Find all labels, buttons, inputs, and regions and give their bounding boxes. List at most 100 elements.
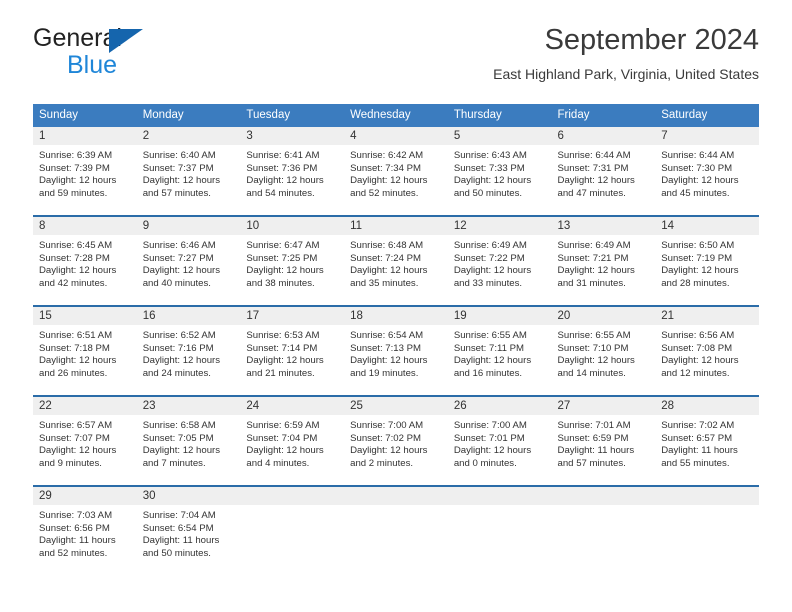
daylight-text-line1: Daylight: 12 hours <box>39 175 117 187</box>
day-details <box>552 505 656 510</box>
day-cell[interactable]: 30 Sunrise: 7:04 AM Sunset: 6:54 PM Dayl… <box>136 485 241 575</box>
day-details: Sunrise: 7:02 AM Sunset: 6:57 PM Dayligh… <box>655 415 759 470</box>
day-details: Sunrise: 6:39 AM Sunset: 7:39 PM Dayligh… <box>33 145 137 200</box>
day-number: 22 <box>33 397 137 415</box>
day-cell[interactable]: 18 Sunrise: 6:54 AM Sunset: 7:13 PM Dayl… <box>344 305 448 396</box>
sunrise-text: Sunrise: 6:42 AM <box>350 150 424 161</box>
day-cell[interactable]: 29 Sunrise: 7:03 AM Sunset: 6:56 PM Dayl… <box>33 485 137 575</box>
sunrise-text: Sunrise: 6:59 AM <box>246 420 320 431</box>
day-cell[interactable]: 23 Sunrise: 6:58 AM Sunset: 7:05 PM Dayl… <box>136 395 241 486</box>
sunset-text: Sunset: 7:08 PM <box>661 342 733 354</box>
day-number <box>655 487 759 505</box>
day-cell[interactable]: 28 Sunrise: 7:02 AM Sunset: 6:57 PM Dayl… <box>655 395 759 486</box>
day-details: Sunrise: 6:53 AM Sunset: 7:14 PM Dayligh… <box>240 325 344 380</box>
calendar-body: 1 Sunrise: 6:39 AM Sunset: 7:39 PM Dayli… <box>33 127 759 575</box>
day-cell[interactable]: 22 Sunrise: 6:57 AM Sunset: 7:07 PM Dayl… <box>33 395 137 486</box>
title-block: September 2024 East Highland Park, Virgi… <box>493 22 759 82</box>
sunset-text: Sunset: 6:54 PM <box>142 522 214 534</box>
day-cell[interactable]: 26 Sunrise: 7:00 AM Sunset: 7:01 PM Dayl… <box>447 395 552 486</box>
day-number: 13 <box>551 217 656 235</box>
day-details: Sunrise: 6:54 AM Sunset: 7:13 PM Dayligh… <box>344 325 448 380</box>
day-cell[interactable]: 6 Sunrise: 6:44 AM Sunset: 7:31 PM Dayli… <box>551 127 656 216</box>
day-cell[interactable]: 5 Sunrise: 6:43 AM Sunset: 7:33 PM Dayli… <box>447 127 552 216</box>
daylight-text-line1: Daylight: 12 hours <box>557 175 635 187</box>
sunrise-text: Sunrise: 7:01 AM <box>557 420 631 431</box>
daylight-text-line1: Daylight: 12 hours <box>350 265 428 277</box>
daylight-text-line2: and 4 minutes. <box>246 457 310 469</box>
sunset-text: Sunset: 6:59 PM <box>557 432 629 444</box>
daylight-text-line1: Daylight: 12 hours <box>39 355 117 367</box>
day-number: 2 <box>136 127 241 145</box>
day-cell[interactable]: 11 Sunrise: 6:48 AM Sunset: 7:24 PM Dayl… <box>344 215 448 306</box>
day-details: Sunrise: 7:03 AM Sunset: 6:56 PM Dayligh… <box>33 505 137 560</box>
day-number: 15 <box>33 307 137 325</box>
day-number: 29 <box>33 487 137 505</box>
day-number: 19 <box>447 307 552 325</box>
day-number <box>551 487 656 505</box>
daylight-text-line2: and 57 minutes. <box>142 187 211 199</box>
weekday-header-tuesday: Tuesday <box>240 104 345 127</box>
day-details: Sunrise: 6:40 AM Sunset: 7:37 PM Dayligh… <box>137 145 241 200</box>
day-cell[interactable]: 20 Sunrise: 6:55 AM Sunset: 7:10 PM Dayl… <box>551 305 656 396</box>
daylight-text-line1: Daylight: 12 hours <box>350 175 428 187</box>
day-details: Sunrise: 6:49 AM Sunset: 7:21 PM Dayligh… <box>552 235 656 290</box>
day-cell[interactable]: 9 Sunrise: 6:46 AM Sunset: 7:27 PM Dayli… <box>136 215 241 306</box>
day-cell[interactable]: 4 Sunrise: 6:42 AM Sunset: 7:34 PM Dayli… <box>344 127 448 216</box>
day-number: 16 <box>136 307 241 325</box>
sunrise-text: Sunrise: 6:57 AM <box>39 420 113 431</box>
daylight-text-line2: and 28 minutes. <box>661 277 730 289</box>
day-details: Sunrise: 6:43 AM Sunset: 7:33 PM Dayligh… <box>448 145 552 200</box>
sunset-text: Sunset: 6:56 PM <box>39 522 110 534</box>
day-number: 27 <box>551 397 656 415</box>
sunrise-text: Sunrise: 7:03 AM <box>39 510 113 521</box>
daylight-text-line2: and 14 minutes. <box>557 367 626 379</box>
day-cell[interactable]: 27 Sunrise: 7:01 AM Sunset: 6:59 PM Dayl… <box>551 395 656 486</box>
day-cell[interactable]: 17 Sunrise: 6:53 AM Sunset: 7:14 PM Dayl… <box>240 305 345 396</box>
day-cell[interactable]: 15 Sunrise: 6:51 AM Sunset: 7:18 PM Dayl… <box>33 305 137 396</box>
day-cell[interactable]: 21 Sunrise: 6:56 AM Sunset: 7:08 PM Dayl… <box>655 305 759 396</box>
sunrise-text: Sunrise: 7:02 AM <box>661 420 735 431</box>
daylight-text-line1: Daylight: 11 hours <box>39 535 116 547</box>
day-cell[interactable]: 13 Sunrise: 6:49 AM Sunset: 7:21 PM Dayl… <box>551 215 656 306</box>
sunrise-text: Sunrise: 6:44 AM <box>661 150 735 161</box>
day-number: 1 <box>33 127 137 145</box>
day-cell[interactable]: 7 Sunrise: 6:44 AM Sunset: 7:30 PM Dayli… <box>655 127 759 216</box>
daylight-text-line2: and 35 minutes. <box>350 277 419 289</box>
day-cell[interactable]: 10 Sunrise: 6:47 AM Sunset: 7:25 PM Dayl… <box>240 215 345 306</box>
day-cell[interactable]: 19 Sunrise: 6:55 AM Sunset: 7:11 PM Dayl… <box>447 305 552 396</box>
daylight-text-line1: Daylight: 12 hours <box>246 175 324 187</box>
sunrise-text: Sunrise: 6:39 AM <box>39 150 113 161</box>
day-cell[interactable]: 1 Sunrise: 6:39 AM Sunset: 7:39 PM Dayli… <box>33 127 137 216</box>
day-cell[interactable]: 3 Sunrise: 6:41 AM Sunset: 7:36 PM Dayli… <box>240 127 345 216</box>
day-number: 20 <box>551 307 656 325</box>
sunrise-text: Sunrise: 6:51 AM <box>39 330 113 341</box>
day-details: Sunrise: 6:47 AM Sunset: 7:25 PM Dayligh… <box>240 235 344 290</box>
daylight-text-line2: and 19 minutes. <box>350 367 419 379</box>
day-cell[interactable]: 14 Sunrise: 6:50 AM Sunset: 7:19 PM Dayl… <box>655 215 759 306</box>
day-cell[interactable]: 25 Sunrise: 7:00 AM Sunset: 7:02 PM Dayl… <box>344 395 448 486</box>
day-cell[interactable]: 2 Sunrise: 6:40 AM Sunset: 7:37 PM Dayli… <box>136 127 241 216</box>
logo-triangle-icon <box>109 29 143 53</box>
sunset-text: Sunset: 7:24 PM <box>350 252 422 264</box>
day-details: Sunrise: 6:55 AM Sunset: 7:10 PM Dayligh… <box>552 325 656 380</box>
sunset-text: Sunset: 7:27 PM <box>142 252 214 264</box>
day-number: 17 <box>240 307 345 325</box>
sunrise-text: Sunrise: 6:58 AM <box>142 420 216 431</box>
day-details: Sunrise: 7:00 AM Sunset: 7:02 PM Dayligh… <box>344 415 448 470</box>
generalblue-logo[interactable]: General Blue <box>33 26 283 82</box>
daylight-text-line2: and 52 minutes. <box>350 187 419 199</box>
sunset-text: Sunset: 7:19 PM <box>661 252 733 264</box>
daylight-text-line2: and 16 minutes. <box>453 367 523 379</box>
day-cell[interactable]: 8 Sunrise: 6:45 AM Sunset: 7:28 PM Dayli… <box>33 215 137 306</box>
daylight-text-line2: and 57 minutes. <box>557 457 626 469</box>
day-cell[interactable]: 16 Sunrise: 6:52 AM Sunset: 7:16 PM Dayl… <box>136 305 241 396</box>
sunset-text: Sunset: 7:13 PM <box>350 342 422 354</box>
day-details: Sunrise: 7:04 AM Sunset: 6:54 PM Dayligh… <box>137 505 241 560</box>
sunrise-text: Sunrise: 7:00 AM <box>350 420 424 431</box>
day-cell[interactable]: 24 Sunrise: 6:59 AM Sunset: 7:04 PM Dayl… <box>240 395 345 486</box>
daylight-text-line1: Daylight: 11 hours <box>142 535 220 547</box>
day-cell[interactable]: 12 Sunrise: 6:49 AM Sunset: 7:22 PM Dayl… <box>447 215 552 306</box>
sunset-text: Sunset: 7:18 PM <box>39 342 110 354</box>
day-number <box>240 487 345 505</box>
day-number: 25 <box>344 397 448 415</box>
